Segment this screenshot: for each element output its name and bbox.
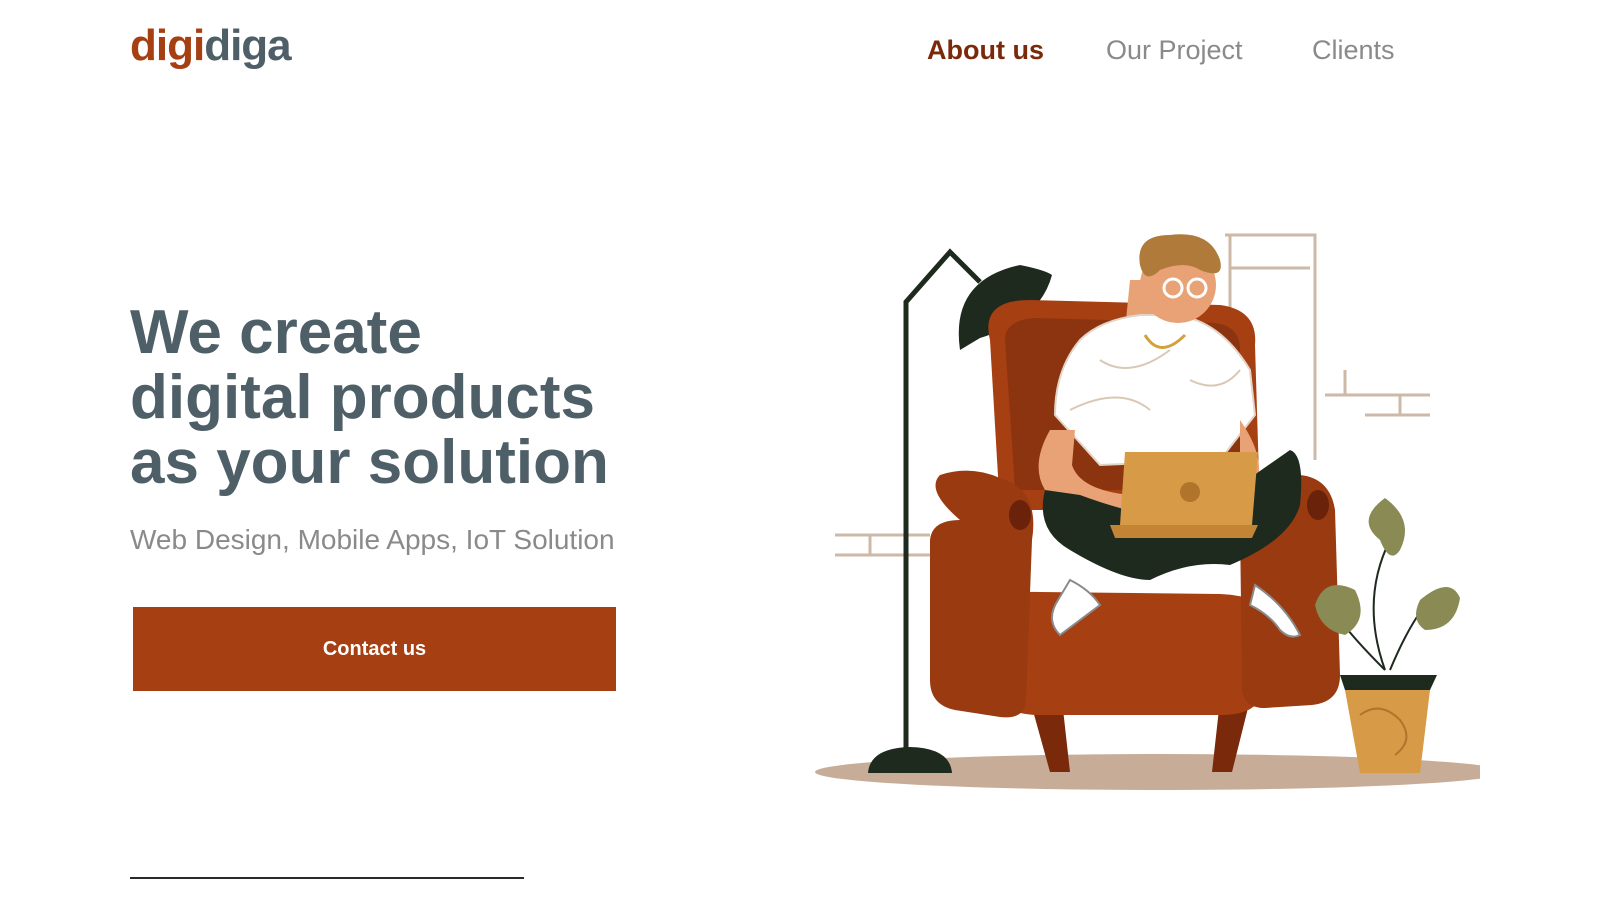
laptop-icon (1110, 452, 1258, 538)
hero-title-line: as your solution (130, 428, 609, 497)
hero-subtitle: Web Design, Mobile Apps, IoT Solution (130, 524, 615, 555)
hero-title-line: digital products (130, 363, 595, 432)
nav-clients[interactable]: Clients (1312, 30, 1395, 70)
top-nav: About us Our Project Clients (0, 30, 1600, 70)
nav-about-us[interactable]: About us (927, 30, 1044, 70)
nav-our-project[interactable]: Our Project (1106, 30, 1243, 70)
hero-illustration (815, 233, 1480, 790)
divider (130, 877, 524, 879)
contact-us-button[interactable]: Contact us (133, 607, 616, 691)
hero-title: We create digital products as your solut… (130, 300, 770, 495)
hero-title-line: We create (130, 298, 422, 367)
